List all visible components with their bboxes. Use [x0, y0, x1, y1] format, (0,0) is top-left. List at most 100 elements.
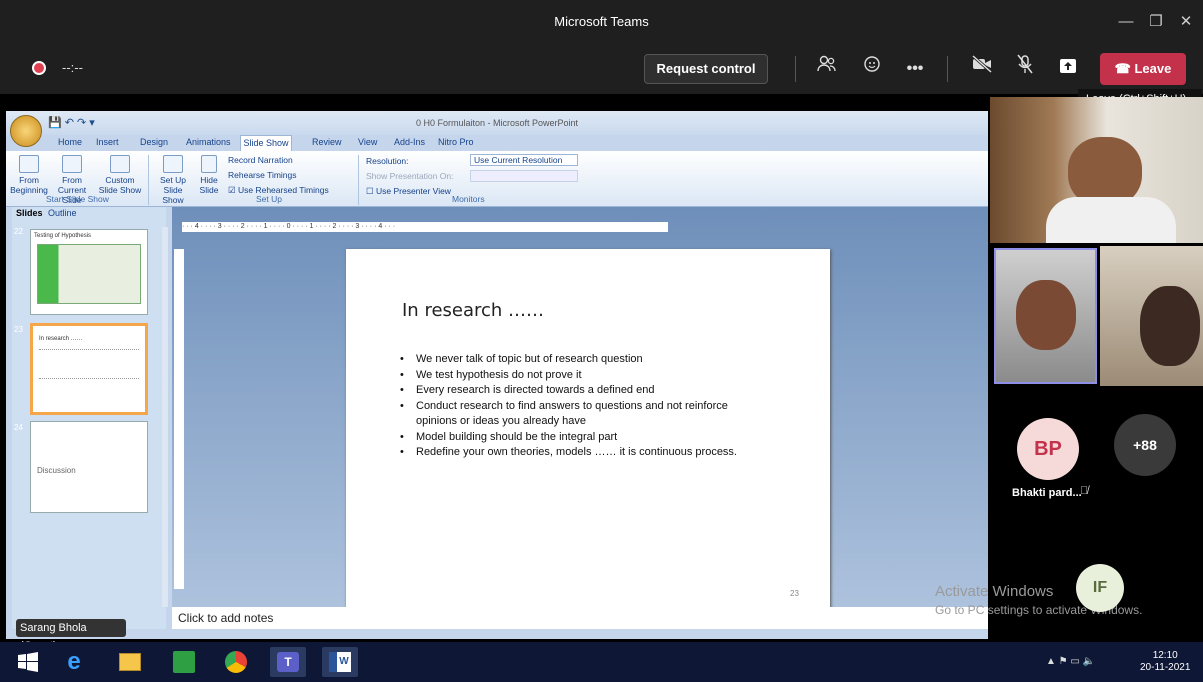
setup-icon — [163, 155, 183, 173]
maximize-button[interactable]: ❐ — [1144, 10, 1168, 34]
phone-hangup-icon: ☎ — [1114, 61, 1135, 76]
bullet-item: We never talk of topic but of research q… — [398, 352, 746, 368]
more-options-icon[interactable]: ••• — [900, 54, 930, 84]
teams-icon[interactable]: T — [270, 647, 306, 677]
status-bar — [6, 629, 988, 639]
activate-windows-watermark: Activate Windows — [935, 583, 1054, 600]
slide-title: In research …… — [402, 300, 545, 321]
slide-bullets: We never talk of topic but of research q… — [398, 352, 746, 461]
bullet-item: Every research is directed towards a def… — [398, 383, 746, 399]
participant-video[interactable] — [990, 97, 1203, 243]
slide-thumbnail[interactable]: Discussion — [30, 421, 148, 513]
thumbnail-table — [37, 244, 141, 304]
divider — [947, 56, 948, 82]
slides-panel: Slides Outline 22 Testing of Hypothesis … — [12, 207, 168, 639]
show-on-label: Show Presentation On: — [366, 171, 454, 181]
slide-number: 23 — [14, 325, 23, 334]
camera-off-icon[interactable] — [967, 54, 997, 84]
avatar-if[interactable]: IF — [1076, 564, 1124, 612]
slide-number: 22 — [14, 227, 23, 236]
chrome-icon[interactable] — [218, 647, 254, 677]
custom-show-button[interactable]: Custom Slide Show — [96, 155, 144, 195]
thumbnail-text — [39, 349, 139, 379]
from-beginning-label: From Beginning — [10, 175, 48, 195]
scrollbar[interactable] — [162, 227, 168, 607]
avatar-bp[interactable]: BP — [1017, 418, 1079, 480]
participant-video[interactable] — [1100, 246, 1203, 386]
participant-shirt — [1046, 197, 1176, 243]
thumbnail-title: Testing of Hypothesis — [34, 233, 92, 239]
slide-number-label: 23 — [790, 589, 799, 598]
presenter-view-label: Use Presenter View — [375, 186, 451, 196]
slide-thumbnail-selected[interactable]: In research …… — [30, 323, 148, 415]
participant-face — [1140, 286, 1200, 366]
store-icon[interactable] — [166, 647, 202, 677]
ribbon-tabs: Home Insert Design Animations Review Vie… — [6, 135, 988, 151]
taskbar-clock[interactable]: 12:10 20-11-2021 — [1140, 650, 1190, 674]
current-slide[interactable]: In research …… We never talk of topic bu… — [346, 249, 830, 621]
set-up-button[interactable]: Set Up Slide Show — [152, 155, 194, 205]
panel-tabs: Slides Outline — [12, 207, 166, 222]
horizontal-ruler: · · · 4 · · · · 3 · · · · 2 · · · · 1 · … — [182, 222, 668, 232]
divider — [358, 155, 359, 205]
set-up-label: Set Up Slide Show — [160, 175, 186, 205]
resolution-select[interactable]: Use Current Resolution — [470, 154, 578, 166]
leave-button[interactable]: ☎ Leave — [1100, 53, 1186, 85]
request-control-button[interactable]: Request control — [644, 54, 768, 84]
reactions-icon[interactable] — [858, 54, 888, 84]
bullet-item: We test hypothesis do not prove it — [398, 368, 746, 384]
participant-name: Bhakti pard... — [1012, 487, 1082, 499]
clock-time: 12:10 — [1152, 650, 1178, 661]
file-explorer-icon[interactable] — [112, 647, 148, 677]
internet-explorer-icon[interactable]: e — [56, 647, 92, 677]
minimize-button[interactable]: — — [1114, 10, 1138, 34]
tab-slides[interactable]: Slides — [16, 208, 43, 218]
tab-outline[interactable]: Outline — [48, 208, 77, 218]
from-beginning-button[interactable]: From Beginning — [8, 155, 50, 195]
rehearse-timings-button[interactable]: Rehearse Timings — [228, 170, 297, 180]
presenter-name-label: Sarang Bhola (Guest) — [16, 619, 126, 652]
slide-thumbnail[interactable]: Testing of Hypothesis — [30, 229, 148, 315]
more-participants-badge[interactable]: +88 — [1114, 414, 1176, 476]
resolution-label: Resolution: — [366, 156, 409, 166]
tab-home[interactable]: Home — [58, 137, 82, 147]
window-title: Microsoft Teams — [554, 14, 649, 29]
tab-view[interactable]: View — [358, 137, 377, 147]
windows-start-icon[interactable] — [10, 647, 46, 677]
share-screen-icon[interactable] — [1053, 54, 1083, 84]
clock-date: 20-11-2021 — [1140, 662, 1191, 673]
quick-access-toolbar[interactable]: 💾 ↶ ↷ ▾ — [48, 116, 95, 129]
hide-slide-button[interactable]: Hide Slide — [196, 155, 222, 195]
tab-nitro[interactable]: Nitro Pro — [438, 137, 474, 147]
participant-video-active[interactable] — [994, 248, 1097, 384]
slide-number: 24 — [14, 423, 23, 432]
slideshow-icon — [19, 155, 39, 173]
participants-icon[interactable] — [812, 54, 842, 84]
leave-label: Leave — [1134, 61, 1172, 76]
group-monitors: Monitors — [452, 194, 485, 204]
bullet-item: Conduct research to find answers to ques… — [398, 399, 746, 430]
tab-slide-show[interactable]: Slide Show — [240, 135, 292, 151]
close-button[interactable]: ✕ — [1174, 10, 1198, 34]
tray-icons[interactable]: ▲ ⚑ ▭ 🔈 — [1046, 656, 1095, 667]
tab-design[interactable]: Design — [140, 137, 168, 147]
presenter-view-checkbox[interactable]: ☐ Use Presenter View — [366, 186, 451, 197]
slideshow-icon — [62, 155, 82, 173]
hide-icon — [201, 155, 217, 173]
tab-insert[interactable]: Insert — [96, 137, 119, 147]
notes-pane[interactable]: Click to add notes — [172, 607, 988, 629]
word-icon[interactable]: W — [322, 647, 358, 677]
mic-off-icon[interactable] — [1010, 54, 1040, 84]
show-on-select[interactable] — [470, 170, 578, 182]
mic-off-icon: 🎙̸ — [1080, 485, 1089, 497]
record-narration-button[interactable]: Record Narration — [228, 155, 293, 165]
tab-review[interactable]: Review — [312, 137, 342, 147]
bullet-item: Redefine your own theories, models …… it… — [398, 445, 746, 461]
recording-icon — [32, 61, 46, 75]
tab-addins[interactable]: Add-Ins — [394, 137, 425, 147]
divider — [148, 155, 149, 205]
vertical-ruler — [174, 249, 184, 589]
ribbon: From Beginning From Current Slide Custom… — [6, 151, 988, 207]
tab-animations[interactable]: Animations — [186, 137, 231, 147]
use-timings-label: Use Rehearsed Timings — [237, 185, 329, 195]
